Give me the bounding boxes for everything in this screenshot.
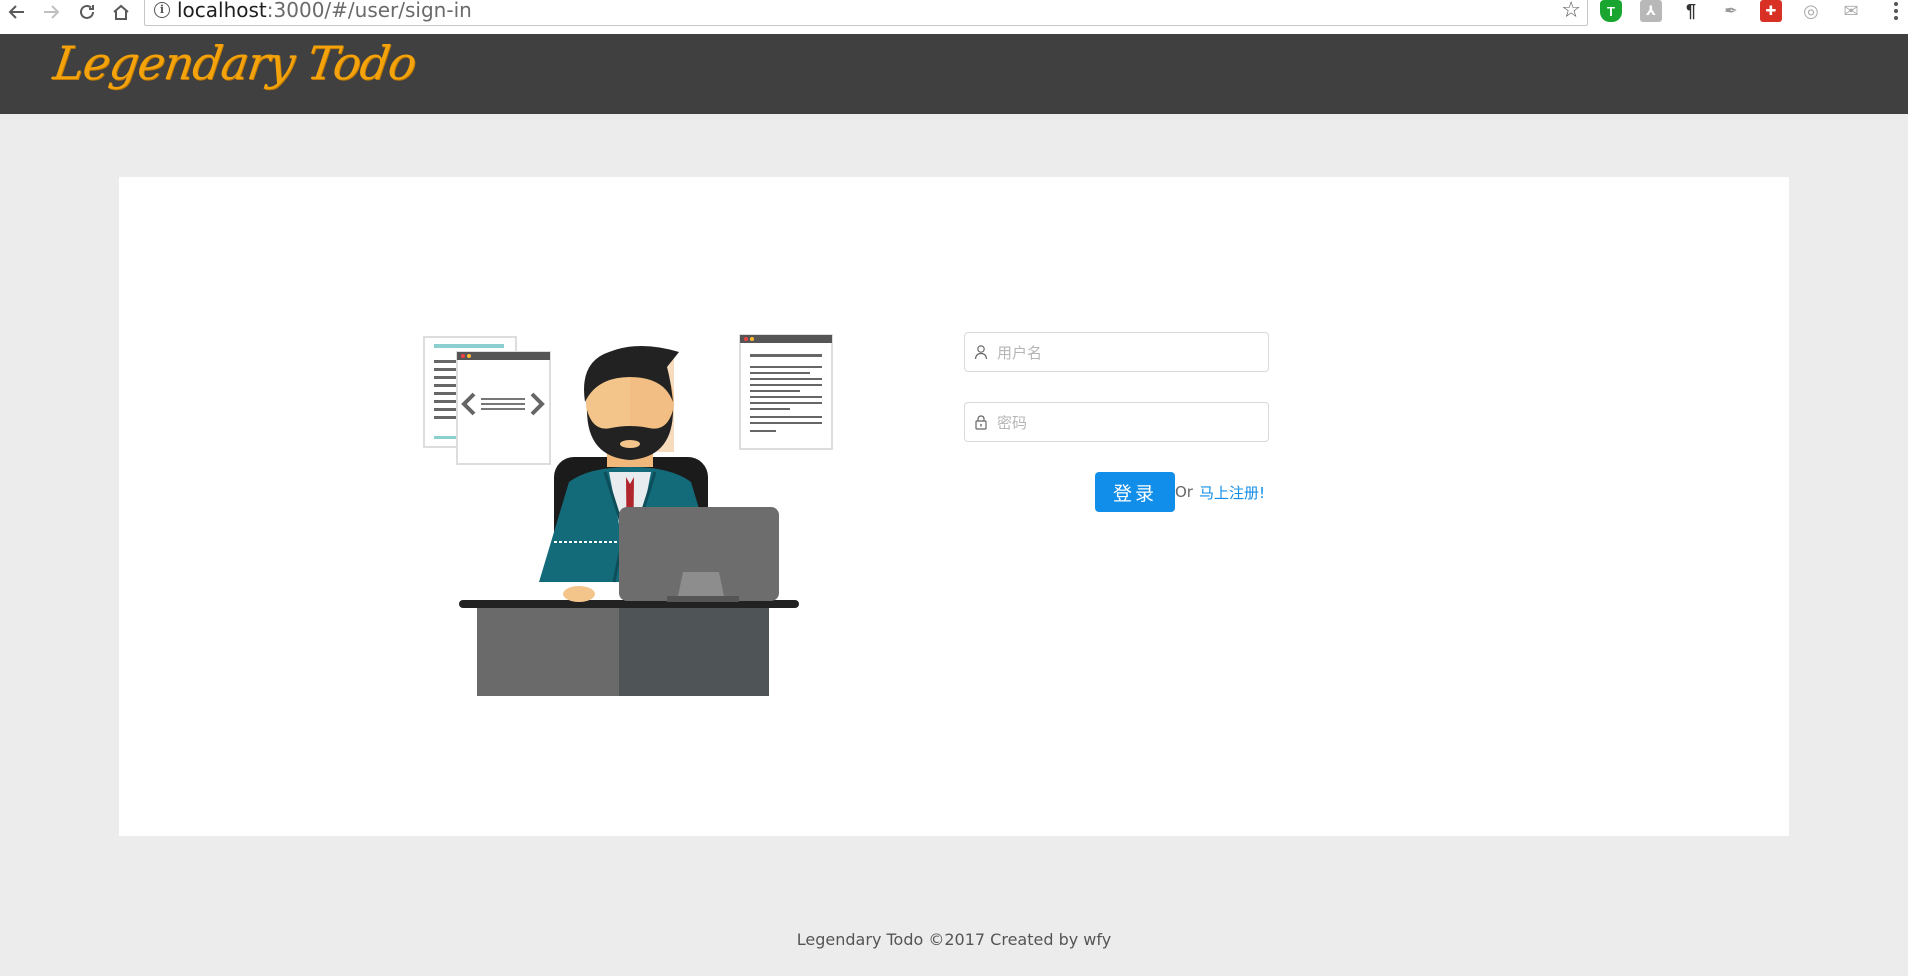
circle-extension-icon[interactable]: ◎ bbox=[1800, 0, 1822, 22]
footer-text: Legendary Todo ©2017 Created by wfy bbox=[796, 930, 1112, 949]
url-path: :3000/#/user/sign-in bbox=[266, 0, 472, 22]
password-input[interactable] bbox=[995, 403, 1267, 443]
login-button[interactable]: 登录 bbox=[1095, 472, 1175, 512]
app-header: Legendary Todo bbox=[0, 34, 1908, 114]
username-field[interactable] bbox=[964, 332, 1269, 373]
developer-illustration bbox=[423, 334, 833, 696]
forward-arrow-icon[interactable] bbox=[36, 0, 66, 24]
or-text: Or bbox=[1175, 483, 1193, 501]
username-input[interactable] bbox=[995, 333, 1267, 373]
info-icon[interactable]: i bbox=[154, 2, 170, 18]
red-extension-icon[interactable]: ✚ bbox=[1760, 0, 1782, 22]
login-actions: 登录 Or 马上注册! bbox=[1095, 472, 1265, 512]
url-text[interactable]: localhost:3000/#/user/sign-in bbox=[177, 0, 472, 22]
url-host: localhost bbox=[177, 0, 267, 22]
sign-in-card: 登录 Or 马上注册! bbox=[119, 177, 1789, 836]
back-arrow-icon[interactable] bbox=[2, 0, 32, 24]
register-link[interactable]: 马上注册! bbox=[1199, 482, 1265, 503]
paragraph-extension-icon[interactable]: ¶ bbox=[1680, 0, 1702, 22]
password-field[interactable] bbox=[964, 402, 1269, 443]
bookmark-star-icon[interactable]: ☆ bbox=[1561, 0, 1581, 23]
feather-extension-icon[interactable]: ✒ bbox=[1720, 0, 1742, 22]
reload-icon[interactable] bbox=[72, 0, 102, 24]
pdf-extension-icon[interactable]: ⅄ bbox=[1640, 0, 1662, 22]
user-icon bbox=[974, 345, 988, 360]
shield-extension-icon[interactable]: T bbox=[1600, 0, 1622, 22]
browser-menu-icon[interactable] bbox=[1890, 0, 1902, 22]
mail-extension-icon[interactable]: ✉ bbox=[1840, 0, 1862, 22]
lock-icon bbox=[975, 415, 987, 430]
browser-toolbar: i localhost:3000/#/user/sign-in ☆ T ⅄ ¶ … bbox=[0, 0, 1908, 35]
app-logo[interactable]: Legendary Todo bbox=[50, 36, 419, 90]
home-icon[interactable] bbox=[106, 0, 136, 24]
address-bar[interactable]: i localhost:3000/#/user/sign-in ☆ bbox=[144, 0, 1588, 26]
